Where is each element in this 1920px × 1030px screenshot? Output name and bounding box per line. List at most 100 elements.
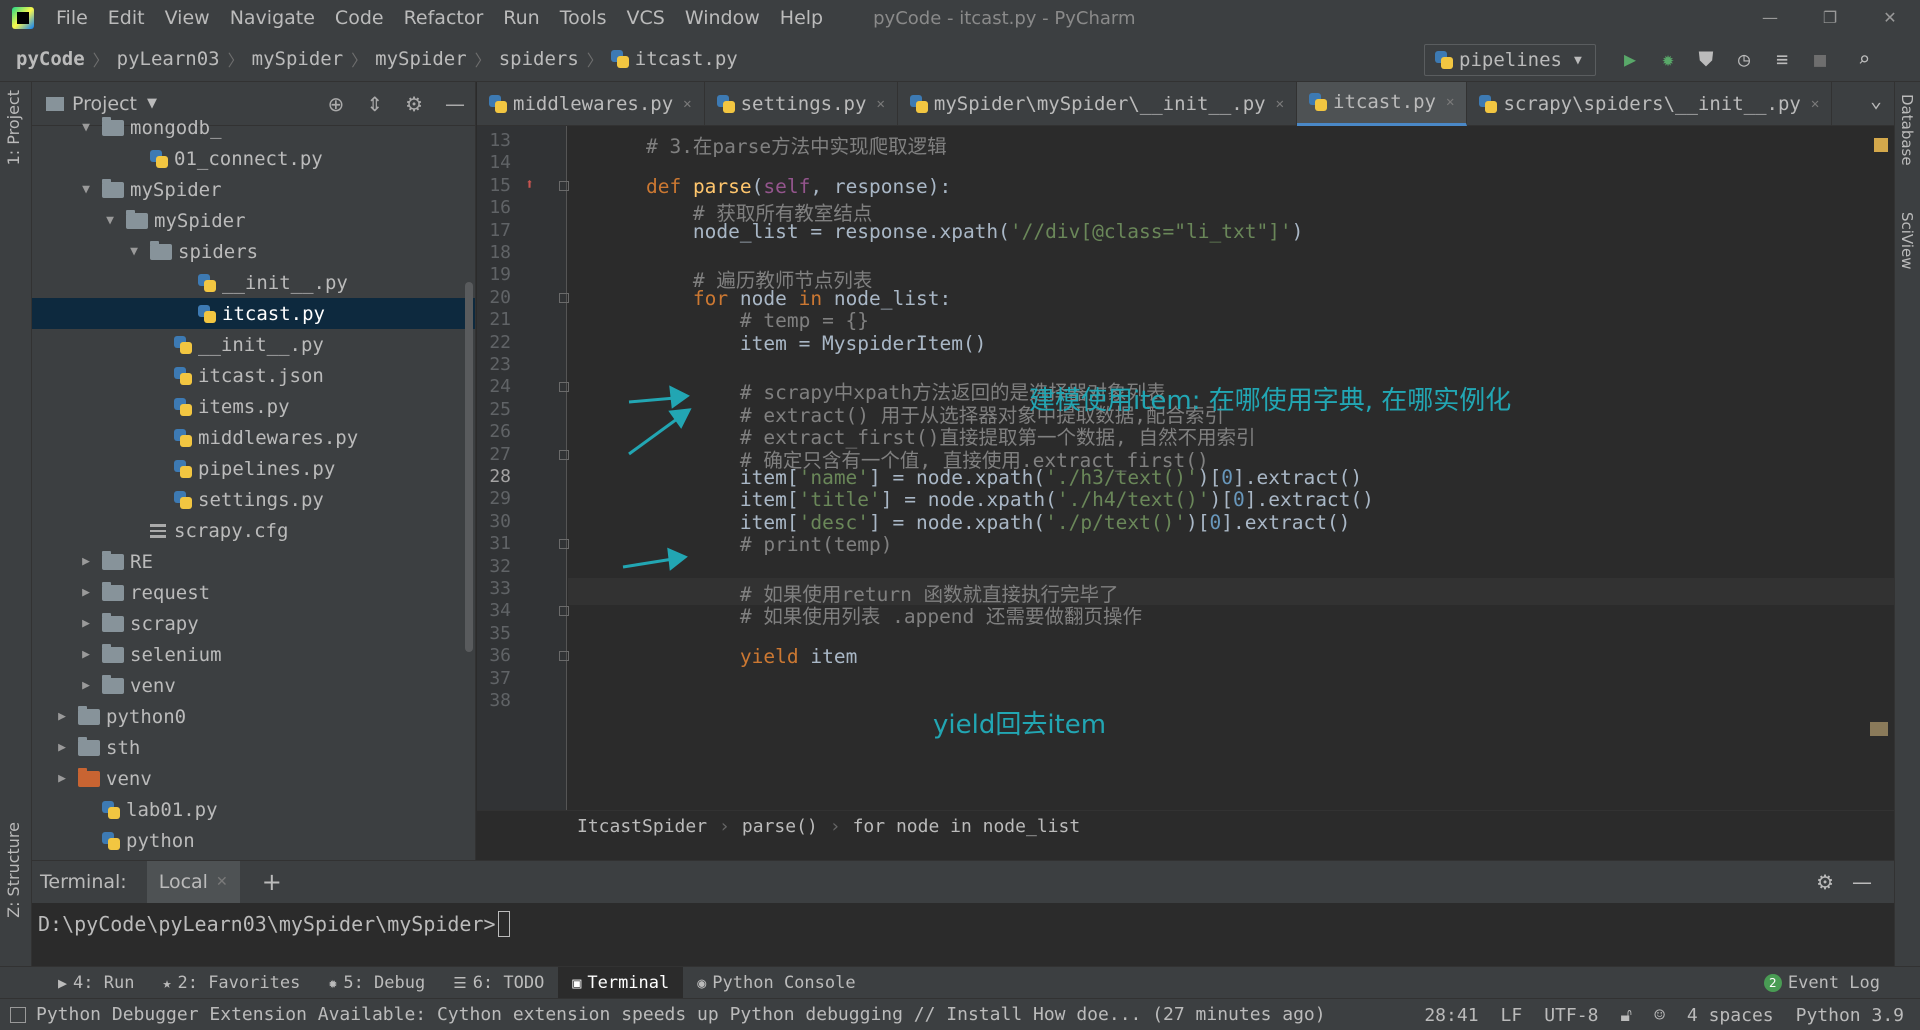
search-icon[interactable]: ⌕: [1852, 44, 1876, 74]
project-tool-tab[interactable]: 1: Project: [4, 90, 23, 165]
tree-item[interactable]: python: [32, 825, 475, 856]
event-log-button[interactable]: 2 Event Log: [1763, 967, 1880, 999]
tree-item[interactable]: ▼ mySpider: [32, 205, 475, 236]
chevron-right-icon[interactable]: ▶: [78, 554, 94, 569]
editor-breadcrumb-item[interactable]: ItcastSpider: [577, 816, 707, 837]
toolwindow-button[interactable]: ☰ 6: TODO: [439, 967, 558, 999]
chevron-right-icon[interactable]: ▶: [78, 647, 94, 662]
chevron-down-icon[interactable]: ▼: [102, 213, 118, 228]
window-icon[interactable]: [10, 1006, 26, 1023]
menu-run[interactable]: Run: [493, 7, 549, 29]
menu-navigate[interactable]: Navigate: [220, 7, 325, 29]
project-scrollbar[interactable]: [465, 282, 473, 652]
chevron-down-icon[interactable]: ▼: [78, 120, 94, 135]
close-icon[interactable]: ✕: [1860, 0, 1920, 36]
menu-view[interactable]: View: [155, 7, 220, 29]
chevron-right-icon[interactable]: ▶: [54, 771, 70, 786]
tree-item[interactable]: ▶ sth: [32, 732, 475, 763]
stop-icon[interactable]: ■: [1808, 44, 1832, 74]
menu-window[interactable]: Window: [675, 7, 770, 29]
tree-item[interactable]: __init__.py: [32, 329, 475, 360]
menu-help[interactable]: Help: [770, 7, 833, 29]
folder-icon: [102, 116, 124, 136]
gear-icon[interactable]: ⚙: [1816, 870, 1834, 894]
editor-breadcrumb-item[interactable]: parse(): [742, 816, 818, 837]
sciview-tool-tab[interactable]: SciView: [1898, 212, 1916, 270]
breadcrumb-item[interactable]: pyCode: [16, 48, 85, 70]
run-icon[interactable]: ▶: [1618, 44, 1642, 74]
breadcrumb-item[interactable]: pyLearn03: [117, 48, 220, 70]
breadcrumb-item[interactable]: spiders: [499, 48, 579, 70]
run-config-select[interactable]: pipelines ▼: [1424, 44, 1596, 76]
menu-vcs[interactable]: VCS: [617, 7, 675, 29]
tree-item[interactable]: scrapy.cfg: [32, 515, 475, 546]
tree-item[interactable]: ▶ RE: [32, 546, 475, 577]
line-separator[interactable]: LF: [1501, 1005, 1523, 1026]
menu-tools[interactable]: Tools: [550, 7, 617, 29]
tree-item[interactable]: lab01.py: [32, 794, 475, 825]
toolwindow-button[interactable]: ★ 2: Favorites: [148, 967, 314, 999]
error-stripe-marker[interactable]: [1874, 138, 1888, 152]
chevron-down-icon[interactable]: ▼: [126, 244, 142, 259]
breadcrumb-item[interactable]: mySpider: [252, 48, 344, 70]
breadcrumb-item[interactable]: mySpider: [375, 48, 467, 70]
menu-file[interactable]: File: [46, 7, 98, 29]
tree-item[interactable]: ▶ selenium: [32, 639, 475, 670]
tree-item[interactable]: itcast.json: [32, 360, 475, 391]
toolwindow-button[interactable]: ◉ Python Console: [683, 967, 869, 999]
breadcrumb-separator-icon: 〉: [351, 50, 368, 70]
database-tool-tab[interactable]: Database: [1898, 94, 1916, 166]
toolwindow-button[interactable]: ✹ 5: Debug: [314, 967, 439, 999]
concurrency-icon[interactable]: ≡: [1770, 44, 1794, 74]
file-encoding[interactable]: UTF-8: [1544, 1005, 1598, 1026]
chevron-right-icon[interactable]: ▶: [78, 678, 94, 693]
chevron-down-icon[interactable]: ▼: [78, 182, 94, 197]
chevron-right-icon[interactable]: ▶: [54, 740, 70, 755]
tree-item[interactable]: middlewares.py: [32, 422, 475, 453]
menu-refactor[interactable]: Refactor: [394, 7, 494, 29]
tree-item[interactable]: ▶ python0: [32, 701, 475, 732]
tree-item[interactable]: ▼ spiders: [32, 236, 475, 267]
tree-item[interactable]: pipelines.py: [32, 453, 475, 484]
chevron-right-icon[interactable]: ▶: [78, 585, 94, 600]
tree-item[interactable]: ▶ scrapy: [32, 608, 475, 639]
tree-item[interactable]: 01_connect.py: [32, 143, 475, 174]
lock-icon[interactable]: 🔓︎: [1620, 1005, 1632, 1026]
tree-item[interactable]: __init__.py: [32, 267, 475, 298]
indent-setting[interactable]: 4 spaces: [1687, 1005, 1774, 1026]
toolwindow-button[interactable]: ▣ Terminal: [558, 966, 684, 999]
status-message[interactable]: Python Debugger Extension Available: Cyt…: [36, 1004, 1326, 1025]
chevron-down-icon[interactable]: ▼: [147, 96, 157, 111]
terminal-tab-local[interactable]: Local ✕: [146, 861, 240, 903]
scroll-thumb[interactable]: [1870, 722, 1888, 736]
tree-item[interactable]: itcast.py: [32, 298, 475, 329]
maximize-icon[interactable]: ❐: [1800, 0, 1860, 36]
chevron-right-icon[interactable]: ▶: [78, 616, 94, 631]
chevron-right-icon[interactable]: ▶: [54, 709, 70, 724]
structure-tool-tab[interactable]: Z: Structure: [4, 822, 23, 918]
hide-icon[interactable]: —: [1852, 870, 1872, 894]
editor-breadcrumb-item[interactable]: for node in node_list: [853, 816, 1081, 837]
tree-item[interactable]: ▼ mySpider: [32, 174, 475, 205]
inspector-icon[interactable]: ☺: [1654, 1005, 1665, 1026]
coverage-icon[interactable]: ⛊: [1694, 44, 1718, 74]
toolwindow-button[interactable]: ▶ 4: Run: [44, 967, 148, 999]
python-interpreter[interactable]: Python 3.9: [1796, 1005, 1904, 1026]
tree-item[interactable]: settings.py: [32, 484, 475, 515]
tree-item[interactable]: ▶ venv: [32, 670, 475, 701]
close-icon[interactable]: ✕: [216, 874, 228, 890]
terminal-content[interactable]: D:\pyCode\pyLearn03\mySpider\mySpider>: [32, 903, 1894, 945]
menu-edit[interactable]: Edit: [98, 7, 155, 29]
profile-icon[interactable]: ◷: [1732, 44, 1756, 74]
caret-position[interactable]: 28:41: [1424, 1005, 1478, 1026]
menu-code[interactable]: Code: [325, 7, 394, 29]
tree-item[interactable]: ▶ venv: [32, 763, 475, 794]
breadcrumb-separator-icon: ›: [719, 816, 730, 837]
add-icon[interactable]: +: [262, 868, 282, 896]
tree-item[interactable]: ▼ mongodb_: [32, 112, 475, 143]
tree-item[interactable]: ▶ request: [32, 577, 475, 608]
debug-icon[interactable]: ✹: [1656, 44, 1680, 74]
minimize-icon[interactable]: —: [1740, 0, 1800, 36]
breadcrumb-item[interactable]: itcast.py: [635, 48, 738, 70]
tree-item[interactable]: items.py: [32, 391, 475, 422]
